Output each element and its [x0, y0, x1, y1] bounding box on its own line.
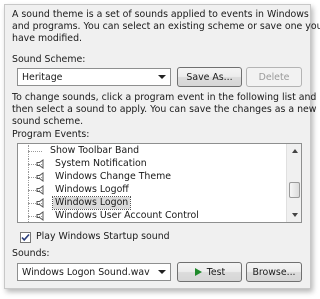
sound-scheme-label: Sound Scheme: — [12, 54, 86, 65]
speaker-icon — [36, 185, 44, 195]
list-item[interactable]: System Notification — [18, 158, 286, 170]
test-button[interactable]: Test — [177, 262, 242, 282]
events-scrollbar[interactable] — [286, 144, 301, 222]
list-item[interactable]: Windows Change Theme — [18, 171, 286, 183]
sound-settings-panel: A sound theme is a set of sounds applied… — [4, 4, 320, 289]
browse-label: Browse... — [252, 266, 296, 278]
play-icon — [194, 268, 202, 276]
startup-sound-label[interactable]: Play Windows Startup sound — [36, 231, 170, 244]
program-events-label: Program Events: — [12, 129, 90, 140]
intro-line-1: A sound theme is a set of sounds applied… — [12, 9, 309, 20]
sound-scheme-value: Heritage — [22, 72, 63, 83]
test-label: Test — [206, 266, 226, 278]
instructions-line-3: sound scheme. — [12, 116, 84, 127]
chevron-down-icon — [154, 264, 170, 280]
event-label: Windows User Account Control — [55, 210, 199, 221]
sound-scheme-dropdown[interactable]: Heritage — [17, 68, 171, 86]
program-events-list[interactable]: Show Toolbar Band System Notification Wi… — [17, 143, 302, 223]
scrollbar-thumb[interactable] — [289, 182, 300, 198]
speaker-icon — [36, 172, 44, 182]
event-label: Show Toolbar Band — [50, 145, 140, 156]
speaker-icon — [36, 198, 44, 208]
instructions-line-1: To change sounds, click a program event … — [12, 92, 317, 103]
intro-line-3: have modified. — [12, 33, 83, 44]
event-label: Windows Logoff — [55, 184, 129, 195]
checkmark-icon — [21, 233, 30, 242]
save-as-button[interactable]: Save As... — [177, 67, 242, 87]
event-label: System Notification — [55, 158, 147, 169]
list-item-selected[interactable]: Windows Logon — [18, 196, 286, 210]
list-item[interactable]: Windows Logoff — [18, 184, 286, 196]
sounds-value: Windows Logon Sound.wav — [22, 267, 150, 278]
speaker-icon — [36, 211, 44, 221]
delete-button[interactable]: Delete — [246, 67, 302, 87]
speaker-icon — [36, 159, 44, 169]
scroll-down-icon[interactable] — [287, 208, 301, 222]
event-label: Windows Logon — [51, 196, 132, 210]
save-as-label: Save As... — [186, 71, 233, 83]
instructions-line-2: then select a sound to apply. You can sa… — [12, 104, 317, 115]
sounds-dropdown[interactable]: Windows Logon Sound.wav — [17, 263, 171, 281]
browse-button[interactable]: Browse... — [246, 262, 302, 282]
chevron-down-icon — [154, 69, 170, 85]
event-label: Windows Change Theme — [55, 171, 172, 182]
delete-label: Delete — [258, 71, 290, 83]
intro-line-2: and programs. You can select an existing… — [12, 21, 320, 32]
startup-sound-checkbox[interactable] — [20, 232, 31, 243]
scroll-up-icon[interactable] — [287, 144, 301, 158]
list-item[interactable]: Windows User Account Control — [18, 210, 286, 222]
list-item[interactable]: Show Toolbar Band — [18, 145, 286, 157]
sounds-label: Sounds: — [12, 248, 50, 259]
